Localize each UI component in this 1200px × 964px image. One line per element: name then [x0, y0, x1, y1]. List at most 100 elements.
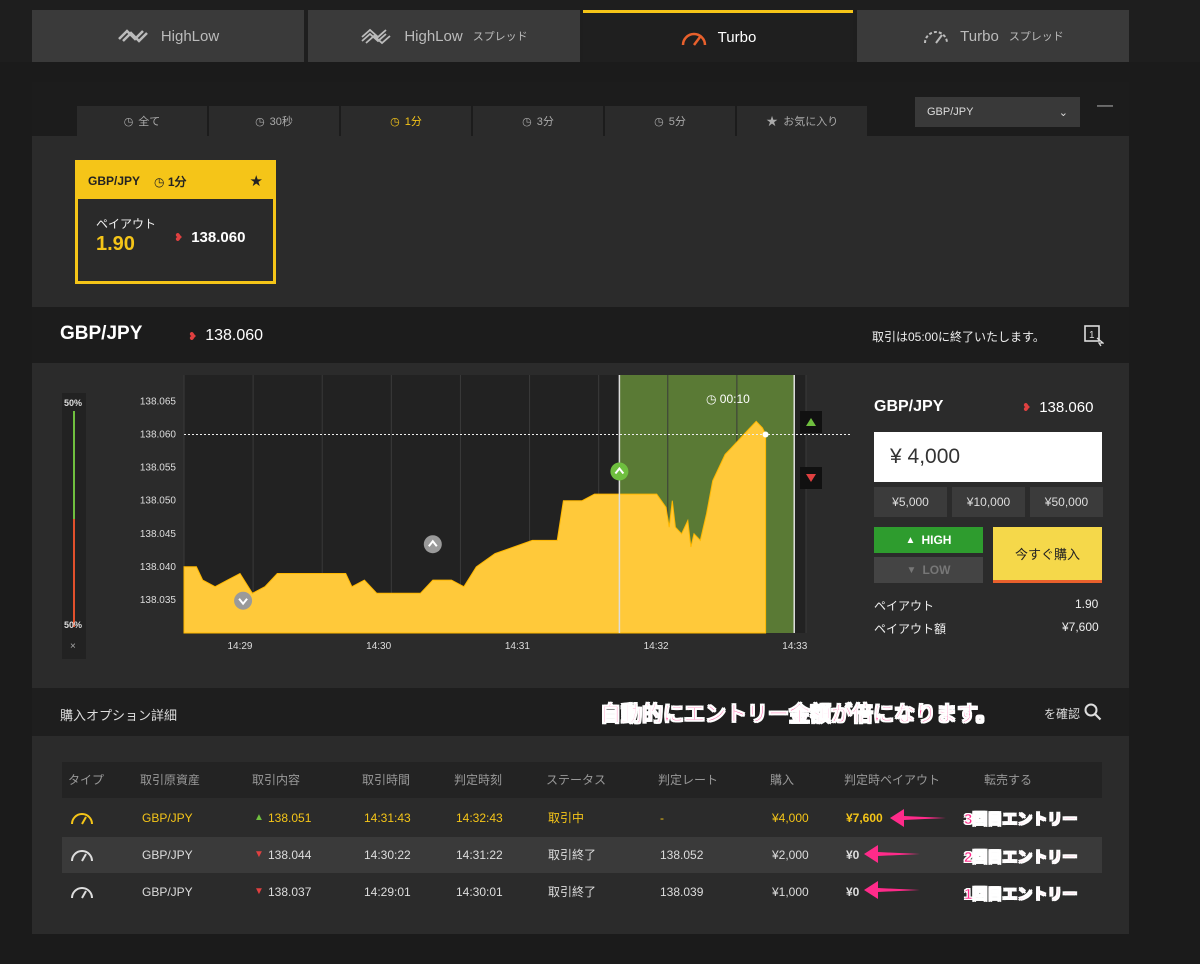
preset-5000-button[interactable]: ¥5,000 [874, 487, 947, 517]
chart-area: 50% 50% × 138.065 138.060 138.055 138.050 13… [32, 363, 1129, 688]
tab-turbo-spread-suffix: スプレッド [1008, 31, 1064, 43]
col-resell: 転売する [984, 773, 1033, 787]
duration-tabs: ◷ 全て ◷ 30秒 ◷ 1分 ◷ 3分 ◷ 5分 ★ お気に入り GBP/JPY ⌄ — [32, 82, 1129, 136]
table-row[interactable]: GBP/JPY ▼ 138.037 14:29:01 14:30:01 取引終了… [62, 874, 1102, 910]
row-asset: GBP/JPY [142, 885, 193, 899]
tab-5m[interactable]: ◷ 5分 [605, 106, 735, 136]
col-amount: 購入 [770, 773, 795, 787]
tab-favorites-label: お気に入り [783, 116, 839, 128]
high-arrow-icon: ▲ [905, 534, 916, 546]
row-amount: ¥1,000 [772, 885, 809, 899]
col-direction: 取引内容 [252, 773, 301, 787]
col-asset: 取引原資産 [140, 773, 201, 787]
favorite-star-icon[interactable]: ★ [250, 172, 263, 190]
trade-pair: GBP/JPY [874, 398, 944, 415]
minimize-icon[interactable]: — [1097, 97, 1113, 115]
high-button[interactable]: ▲ HIGH [874, 527, 983, 553]
row-payout: ¥0 [846, 848, 860, 862]
asset-card-header: GBP/JPY ◷ 1分 ★ [78, 163, 273, 199]
x-tick-label: 14:33 [782, 641, 807, 652]
asset-header-rate: 138.060 [205, 327, 264, 344]
tab-highlow-spread[interactable]: HighLow スプレッド [308, 10, 580, 62]
tab-turbo-spread[interactable]: Turbo スプレッド [857, 10, 1129, 62]
details-confirm[interactable]: を確認 [1044, 705, 1080, 722]
tab-highlow[interactable]: HighLow [32, 10, 304, 62]
pair-select[interactable]: GBP/JPY ⌄ [915, 97, 1080, 127]
row-status: 取引終了 [548, 848, 597, 862]
tab-highlow-label: HighLow [160, 27, 220, 45]
asset-card-payout: 1.90 [96, 233, 135, 255]
y-tick-label: 138.055 [140, 463, 177, 474]
row-payout: ¥7,600 [846, 811, 883, 825]
low-button[interactable]: ▼ LOW [874, 557, 983, 583]
table-row[interactable]: GBP/JPY ▼ 138.044 14:30:22 14:31:22 取引終了… [62, 837, 1102, 873]
tab-all[interactable]: ◷ 全て [77, 106, 207, 136]
row-time: 14:29:01 [364, 885, 411, 899]
one-click-icon[interactable]: 1 [1084, 325, 1104, 347]
tab-5m-label: 5分 [668, 116, 686, 128]
clock-icon: ◷ [522, 115, 532, 128]
row-payout: ¥0 [846, 885, 860, 899]
y-tick-label: 138.060 [140, 430, 177, 441]
gauge-icon [71, 850, 93, 862]
entry-marker-low [234, 591, 253, 610]
star-icon: ★ [765, 112, 779, 129]
gauge-spread-icon [924, 31, 949, 44]
col-type: タイプ [68, 773, 105, 787]
row-asset: GBP/JPY [142, 848, 193, 862]
col-close-rate: 判定レート [658, 773, 719, 787]
asset-card-payout-label: ペイアウト [96, 217, 157, 231]
tab-favorites[interactable]: ★ お気に入り [737, 106, 867, 136]
clock-icon: ◷ [654, 115, 664, 128]
preset-50000-button[interactable]: ¥50,000 [1030, 487, 1103, 517]
preset-10000-button[interactable]: ¥10,000 [952, 487, 1025, 517]
col-expiry: 判定時刻 [454, 773, 503, 787]
tab-turbo-label: Turbo [717, 29, 757, 46]
annotation-2nd: 2回目エントリー [964, 849, 1078, 867]
clock-icon: ◷ [154, 174, 165, 189]
asset-card[interactable]: GBP/JPY ◷ 1分 ★ ペイアウト 1.90 ❥ 138.060 [75, 160, 276, 284]
high-arrow-icon: ▲ [254, 812, 264, 823]
tab-1m[interactable]: ◷ 1分 [341, 106, 471, 136]
trade-rate: 138.060 [1039, 399, 1094, 416]
overlay-annotation: 自動的にエントリー金額が倍になります。 [600, 703, 998, 727]
sentiment-bar: 50% 50% × [62, 393, 86, 659]
buy-now-button[interactable]: 今すぐ購入 [993, 527, 1102, 583]
col-time: 取引時間 [362, 773, 411, 787]
row-entry-rate: 138.051 [268, 811, 312, 825]
low-arrow-icon: ▼ [254, 849, 264, 860]
row-time: 14:31:43 [364, 811, 411, 825]
clock-icon: ◷ [123, 115, 134, 128]
tab-3m[interactable]: ◷ 3分 [473, 106, 603, 136]
low-arrow-icon: ▼ [254, 886, 264, 897]
close-notice: 取引は05:00に終了いたします。 [872, 330, 1045, 344]
tab-30s-label: 30秒 [269, 116, 293, 128]
row-amount: ¥2,000 [772, 848, 809, 862]
row-entry-rate: 138.044 [268, 848, 312, 862]
search-icon[interactable] [1084, 703, 1102, 721]
row-expiry: 14:32:43 [456, 811, 503, 825]
row-expiry: 14:31:22 [456, 848, 503, 862]
details-title: 購入オプション詳細 [60, 708, 178, 723]
table-header: タイプ 取引原資産 取引内容 取引時間 判定時刻 ステータス 判定レート 購入 … [62, 762, 1102, 798]
highlow-spread-icon [361, 28, 391, 45]
tab-turbo[interactable]: Turbo [583, 10, 853, 62]
tab-highlow-spread-suffix: スプレッド [472, 31, 528, 43]
row-time: 14:30:22 [364, 848, 411, 862]
product-tabs: HighLow HighLow スプレッド Turbo Turbo スプレッド [0, 0, 1200, 62]
x-tick-label: 14:32 [644, 641, 669, 652]
tab-turbo-spread-label: Turbo [960, 27, 999, 45]
sentiment-close[interactable]: × [70, 641, 76, 652]
price-chart: 138.065 138.060 138.055 138.050 138.045 138.0… [140, 375, 852, 652]
asset-card-pair: GBP/JPY [88, 174, 141, 188]
asset-card-rate-wrap: ❥ 138.060 [174, 229, 245, 246]
amount-input[interactable]: ¥ 4,000 [874, 432, 1102, 482]
asset-card-duration-wrap: ◷ 1分 [154, 173, 187, 190]
tab-all-label: 全て [138, 116, 161, 128]
trading-panel: ◷ 全て ◷ 30秒 ◷ 1分 ◷ 3分 ◷ 5分 ★ お気に入り GBP/JPY ⌄ — … [32, 82, 1129, 934]
annotation-arrow-icon [864, 881, 920, 899]
chevron-down-icon: ⌄ [1058, 106, 1068, 119]
tab-30s[interactable]: ◷ 30秒 [209, 106, 339, 136]
y-tick-label: 138.050 [140, 496, 177, 507]
asset-header-rate-wrap: ❥ 138.060 [188, 327, 263, 345]
